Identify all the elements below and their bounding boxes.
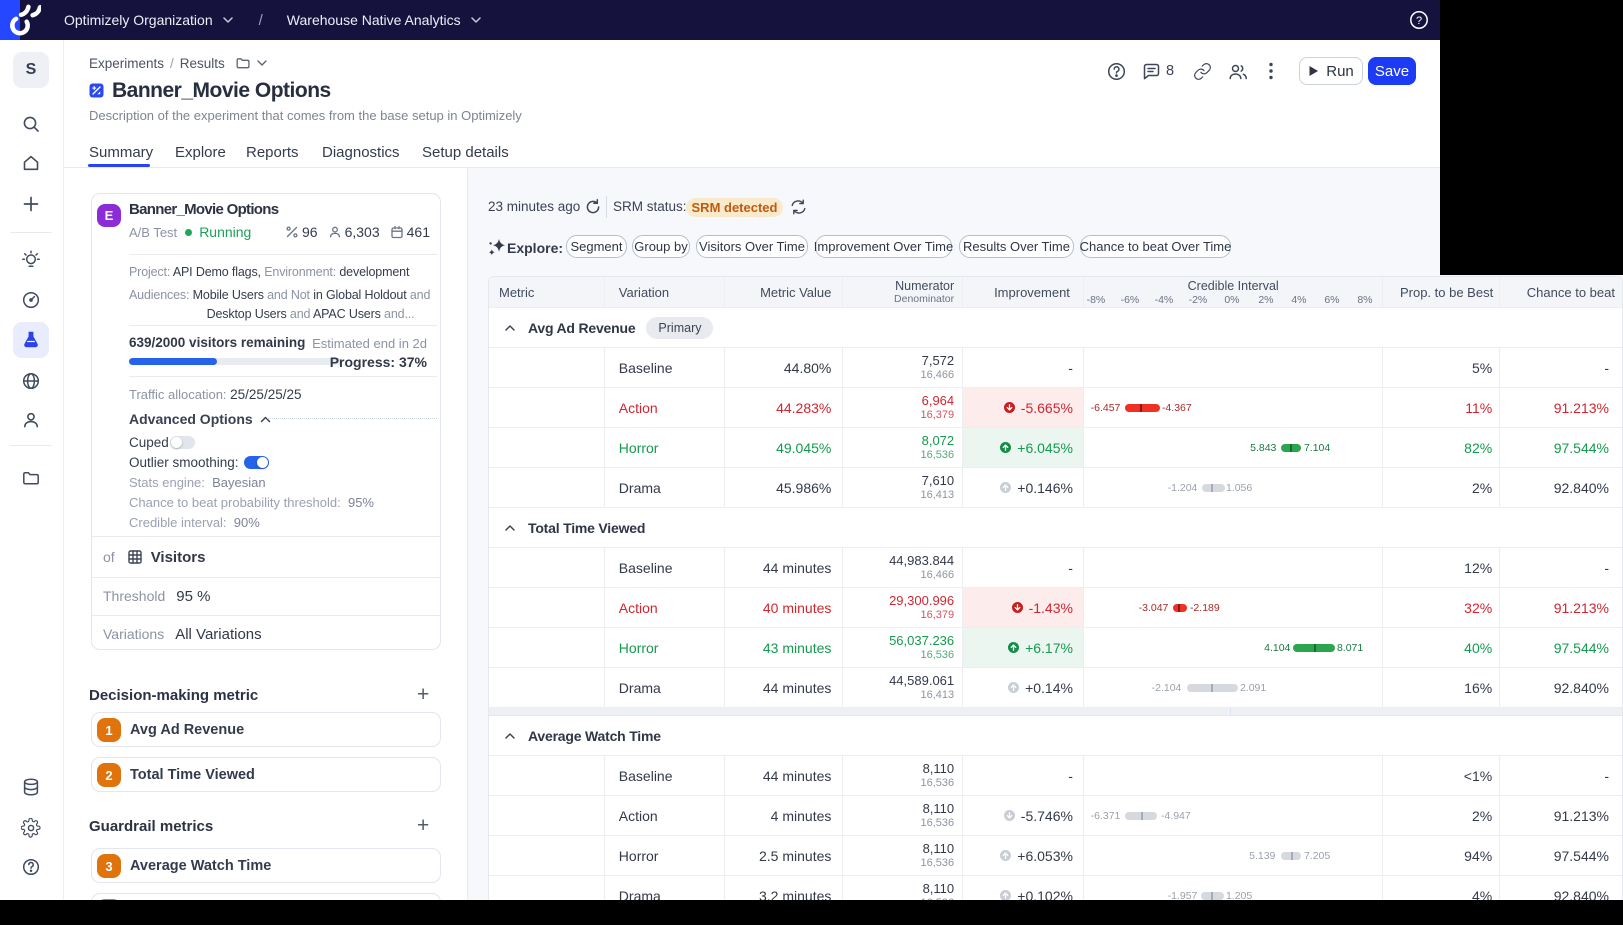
svg-text:?: ? [1416, 15, 1422, 27]
